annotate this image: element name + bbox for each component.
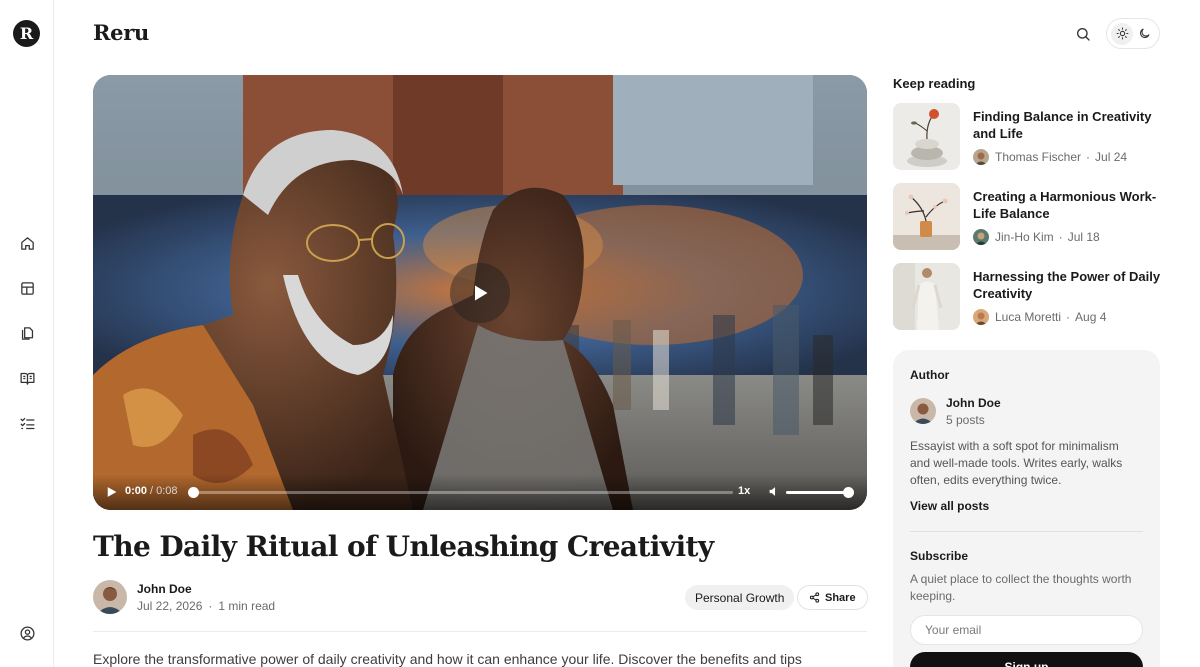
left-rail: R [0,0,54,667]
keep-reading-meta: Jin-Ho Kim · Jul 18 [973,229,1100,245]
nav-reading-button[interactable] [13,364,41,392]
subscribe-label: Subscribe [910,549,969,563]
meta-separator: · [1066,310,1071,324]
volume-fill [786,491,848,494]
video-player[interactable]: 0:00/0:08 1x [93,75,867,510]
article-thumbnail [893,183,960,250]
divider [93,631,867,632]
book-open-icon [19,372,35,385]
nav-home-button[interactable] [13,229,41,257]
keep-reading-meta: Thomas Fischer · Jul 24 [973,149,1127,165]
keep-reading-date: Jul 18 [1067,230,1100,244]
video-controls: 0:00/0:08 1x [93,474,867,510]
volume-slider[interactable] [786,487,854,498]
mute-button[interactable] [768,485,782,499]
play-overlay-button[interactable] [450,263,510,323]
sign-up-button[interactable]: Sign up [910,652,1143,667]
keep-reading-heading: Keep reading [893,76,976,91]
nav-pages-button[interactable] [13,319,41,347]
nav-tasks-button[interactable] [13,409,41,437]
author-card-name[interactable]: John Doe [946,396,1001,410]
author-avatar[interactable] [910,398,936,424]
theme-toggle [1106,18,1160,49]
email-input[interactable] [910,615,1143,645]
author-name[interactable]: John Doe [137,582,192,596]
meta-separator: · [1086,150,1091,164]
profile-button[interactable] [13,619,41,647]
divider [910,531,1143,532]
author-card: Author John Doe 5 posts Essayist with a … [893,350,1160,667]
user-circle-icon [19,625,35,641]
volume-icon [769,487,776,496]
subscribe-description: A quiet place to collect the thoughts wo… [910,572,1132,603]
post-date: Jul 22, 2026 [137,599,203,613]
seek-knob[interactable] [188,487,199,498]
share-icon [809,592,820,603]
keep-reading-item[interactable]: Finding Balance in Creativity and Life T… [893,103,1163,171]
play-icon [107,487,117,497]
category-tag[interactable]: Personal Growth [685,585,795,610]
brand-title[interactable]: Reru [93,20,149,45]
play-button[interactable] [105,485,119,499]
light-theme-button[interactable] [1111,22,1133,45]
keep-reading-date: Aug 4 [1075,310,1107,324]
keep-reading-item[interactable]: Creating a Harmonious Work-Life Balance … [893,183,1163,251]
search-button[interactable] [1071,22,1095,46]
author-section-label: Author [910,368,950,382]
article-excerpt: Explore the transformative power of dail… [93,651,802,667]
video-time: 0:00/0:08 [125,485,178,497]
post-meta: Jul 22, 2026 · 1 min read [137,599,275,613]
view-all-posts-link[interactable]: View all posts [910,499,989,513]
read-time: 1 min read [218,599,276,613]
logo-letter: R [19,24,34,43]
app-logo[interactable]: R [13,20,40,47]
keep-reading-date: Jul 24 [1095,150,1128,164]
keep-reading-title[interactable]: Harnessing the Power of Daily Creativity [973,268,1163,302]
author-avatar [973,229,989,245]
author-post-count: 5 posts [946,413,985,427]
dark-theme-button[interactable] [1133,23,1155,45]
play-icon [475,285,488,301]
author-avatar [973,309,989,325]
search-icon [1077,28,1090,41]
meta-separator: · [1058,230,1063,244]
article-thumbnail [893,103,960,170]
home-icon [20,236,34,250]
author-avatar[interactable] [93,580,127,614]
meta-separator: · [208,599,213,613]
article-thumbnail [893,263,960,330]
keep-reading-author: Luca Moretti [995,310,1062,324]
keep-reading-meta: Luca Moretti · Aug 4 [973,309,1106,325]
seek-bar[interactable] [188,487,733,498]
playback-speed-button[interactable]: 1x [738,485,750,497]
volume-knob[interactable] [843,487,854,498]
keep-reading-title[interactable]: Finding Balance in Creativity and Life [973,108,1163,142]
time-separator: / [150,485,154,497]
checklist-icon [19,417,35,429]
share-label: Share [825,591,856,604]
keep-reading-title[interactable]: Creating a Harmonious Work-Life Balance [973,188,1163,222]
keep-reading-item[interactable]: Harnessing the Power of Daily Creativity… [893,263,1163,331]
author-avatar [973,149,989,165]
keep-reading-author: Thomas Fischer [995,150,1082,164]
nav-layout-button[interactable] [13,274,41,302]
author-bio: Essayist with a soft spot for minimalism… [910,439,1123,487]
moon-icon [1139,28,1149,39]
current-time: 0:00 [125,485,148,497]
article-title: The Daily Ritual of Unleashing Creativit… [93,530,714,563]
duration: 0:08 [156,485,178,497]
share-button[interactable]: Share [797,585,868,610]
keep-reading-author: Jin-Ho Kim [995,230,1054,244]
copy-icon [21,326,33,340]
sun-icon [1116,27,1128,40]
layout-icon [20,281,34,295]
